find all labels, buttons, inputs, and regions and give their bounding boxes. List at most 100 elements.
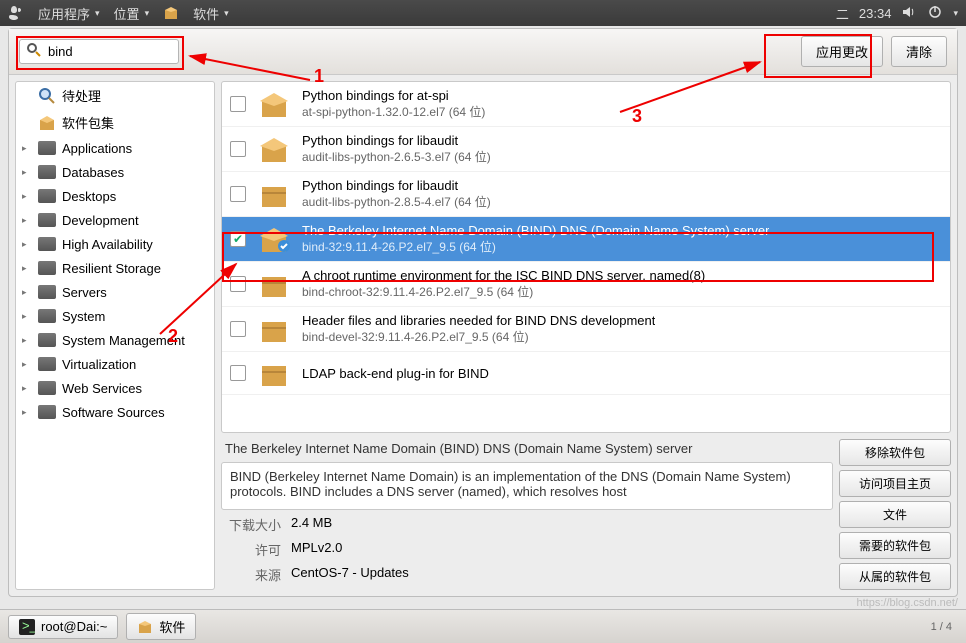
sidebar-pending[interactable]: 待处理 (16, 82, 214, 109)
detail-source-label: 来源 (225, 565, 281, 584)
detail-size-label: 下载大小 (225, 515, 281, 534)
software-window: 应用更改 清除 待处理 软件包集 ▸Applications▸Databases… (8, 28, 958, 597)
package-subtitle: bind-32:9.11.4-26.P2.el7_9.5 (64 位) (302, 238, 769, 255)
package-title: Python bindings for libaudit (302, 178, 491, 193)
sidebar-category[interactable]: ▸Virtualization (16, 352, 214, 376)
package-subtitle: bind-chroot-32:9.11.4-26.P2.el7_9.5 (64 … (302, 283, 705, 300)
sidebar-category[interactable]: ▸System Management (16, 328, 214, 352)
folder-icon (38, 164, 56, 180)
package-box-icon (256, 224, 292, 254)
package-checkbox[interactable] (230, 321, 246, 337)
disclosure-triangle-icon: ▸ (22, 167, 32, 178)
folder-icon (38, 188, 56, 204)
watermark: https://blog.csdn.net/ (856, 597, 958, 609)
files-button[interactable]: 文件 (839, 501, 951, 528)
sidebar-collections[interactable]: 软件包集 (16, 109, 214, 136)
panel-places-menu[interactable]: 位置 (114, 4, 150, 23)
sidebar-collections-label: 软件包集 (62, 113, 114, 132)
clear-button[interactable]: 清除 (891, 36, 947, 67)
sidebar-category[interactable]: ▸Resilient Storage (16, 256, 214, 280)
package-row[interactable]: Header files and libraries needed for BI… (222, 307, 950, 352)
disclosure-triangle-icon: ▸ (22, 407, 32, 418)
package-row[interactable]: The Berkeley Internet Name Domain (BIND)… (222, 217, 950, 262)
package-list[interactable]: Python bindings for at-spiat-spi-python-… (221, 81, 951, 433)
package-checkbox[interactable] (230, 96, 246, 112)
folder-icon (38, 308, 56, 324)
required-packages-button[interactable]: 需要的软件包 (839, 532, 951, 559)
package-row[interactable]: LDAP back-end plug-in for BIND (222, 352, 950, 395)
package-subtitle: at-spi-python-1.32.0-12.el7 (64 位) (302, 103, 485, 120)
sidebar-category[interactable]: ▸Applications (16, 136, 214, 160)
package-box-icon (256, 358, 292, 388)
folder-icon (38, 140, 56, 156)
sidebar-category[interactable]: ▸ Servers (16, 280, 214, 304)
workspace-pager[interactable]: 1 / 4 (931, 621, 958, 633)
package-checkbox[interactable] (230, 365, 246, 381)
panel-caret-icon[interactable]: ▾ (953, 8, 958, 19)
package-title: The Berkeley Internet Name Domain (BIND)… (302, 223, 769, 238)
top-panel: 应用程序 位置 软件 二 23:34 ▾ (0, 0, 966, 26)
apply-changes-button[interactable]: 应用更改 (801, 36, 883, 67)
search-field-wrap (19, 39, 179, 64)
dependent-packages-button[interactable]: 从属的软件包 (839, 563, 951, 590)
power-icon[interactable] (927, 4, 943, 23)
package-title: Header files and libraries needed for BI… (302, 313, 655, 328)
search-input[interactable] (48, 44, 172, 59)
disclosure-triangle-icon: ▸ (22, 215, 32, 226)
detail-license-value: MPLv2.0 (291, 540, 342, 559)
sidebar-category-label: High Availability (62, 237, 153, 252)
search-icon (26, 42, 42, 61)
sidebar-category-label: Software Sources (62, 405, 165, 420)
folder-icon (38, 332, 56, 348)
sidebar-category-label: Resilient Storage (62, 261, 161, 276)
detail-actions: 移除软件包 访问项目主页 文件 需要的软件包 从属的软件包 (839, 439, 951, 590)
package-title: Python bindings for at-spi (302, 88, 485, 103)
folder-icon (38, 404, 56, 420)
disclosure-triangle-icon: ▸ (22, 311, 32, 322)
folder-icon (38, 284, 56, 300)
magnifier-icon (38, 88, 56, 104)
sidebar-category-label: Development (62, 213, 139, 228)
package-box-icon (256, 134, 292, 164)
sidebar-category[interactable]: ▸ Software Sources (16, 400, 214, 424)
sidebar-category[interactable]: ▸Desktops (16, 184, 214, 208)
panel-tray: 二 23:34 ▾ (836, 4, 958, 23)
folder-icon (38, 356, 56, 372)
sidebar-pending-label: 待处理 (62, 86, 101, 105)
sidebar-category[interactable]: ▸High Availability (16, 232, 214, 256)
package-row[interactable]: A chroot runtime environment for the ISC… (222, 262, 950, 307)
sidebar-category-label: Virtualization (62, 357, 136, 372)
package-checkbox[interactable] (230, 186, 246, 202)
volume-icon[interactable] (901, 4, 917, 23)
package-subtitle: audit-libs-python-2.6.5-3.el7 (64 位) (302, 148, 491, 165)
sidebar-category-label: System (62, 309, 105, 324)
detail-description: BIND (Berkeley Internet Name Domain) is … (221, 462, 833, 510)
remove-package-button[interactable]: 移除软件包 (839, 439, 951, 466)
panel-apps-menu[interactable]: 应用程序 (38, 4, 100, 23)
panel-software-menu[interactable]: 软件 (193, 4, 229, 23)
package-row[interactable]: Python bindings for at-spiat-spi-python-… (222, 82, 950, 127)
package-checkbox[interactable] (230, 231, 246, 247)
sidebar-category[interactable]: ▸Databases (16, 160, 214, 184)
sidebar-category-label: Web Services (62, 381, 142, 396)
sidebar-category[interactable]: ▸ Development (16, 208, 214, 232)
gnome-foot-icon (8, 5, 24, 21)
taskbar-terminal-label: root@Dai:~ (41, 619, 107, 634)
homepage-button[interactable]: 访问项目主页 (839, 470, 951, 497)
sidebar-category[interactable]: ▸Web Services (16, 376, 214, 400)
software-panel-icon (163, 5, 179, 21)
disclosure-triangle-icon: ▸ (22, 287, 32, 298)
package-checkbox[interactable] (230, 141, 246, 157)
package-box-icon (256, 314, 292, 344)
package-checkbox[interactable] (230, 276, 246, 292)
folder-icon (38, 212, 56, 228)
sidebar-category[interactable]: ▸ System (16, 304, 214, 328)
package-row[interactable]: Python bindings for libauditaudit-libs-p… (222, 172, 950, 217)
package-box-icon (256, 269, 292, 299)
package-row[interactable]: Python bindings for libauditaudit-libs-p… (222, 127, 950, 172)
detail-pane: The Berkeley Internet Name Domain (BIND)… (221, 439, 951, 590)
taskbar-terminal[interactable]: >_ root@Dai:~ (8, 615, 118, 639)
sidebar-category-label: Servers (62, 285, 107, 300)
folder-icon (38, 260, 56, 276)
taskbar-software[interactable]: 软件 (126, 613, 196, 640)
